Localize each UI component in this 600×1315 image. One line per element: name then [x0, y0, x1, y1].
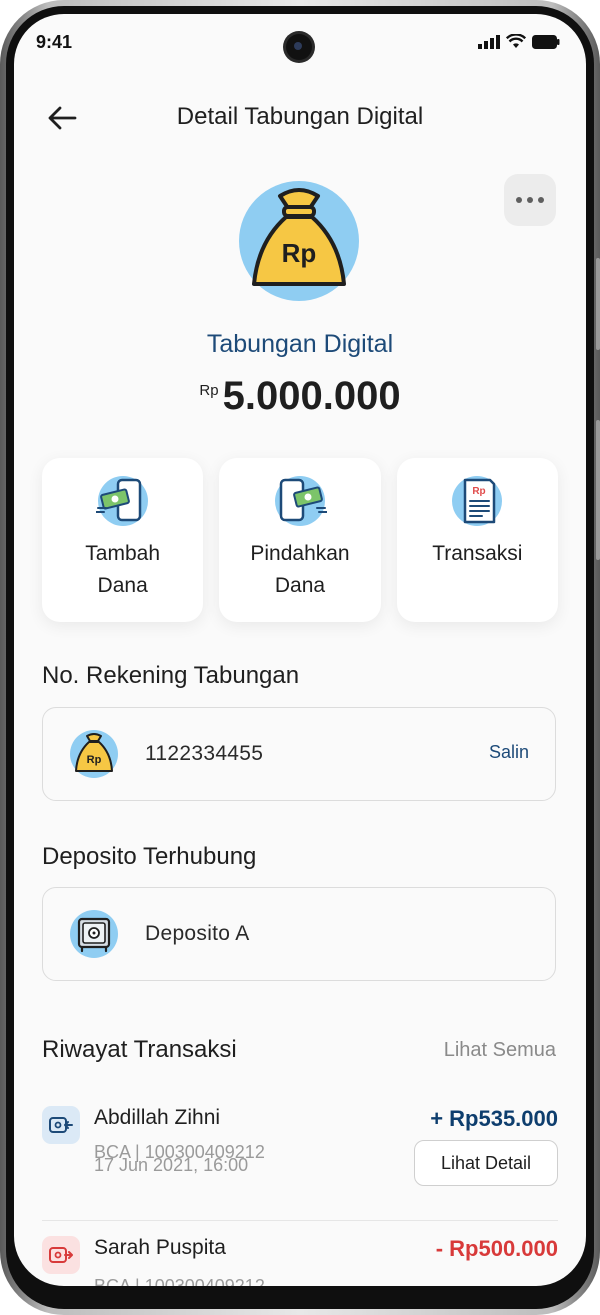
safe-icon [70, 910, 118, 958]
account-number: 1122334455 [145, 742, 264, 765]
power-button [596, 420, 600, 560]
signal-icon [478, 34, 500, 49]
more-options-button[interactable] [504, 174, 556, 226]
quick-actions: Tambah Dana Pindahkan Dana Rp Transaksi [42, 458, 558, 622]
incoming-transfer-icon [42, 1106, 80, 1144]
add-funds-icon [95, 476, 148, 526]
transaction-item[interactable]: Abdillah Zihni BCA | 100300409212 17 Jun… [42, 1106, 558, 1196]
transaction-bank: BCA | 100300409212 [94, 1276, 265, 1286]
status-icons [478, 34, 560, 49]
transaction-name: Sarah Puspita [94, 1236, 226, 1259]
transaction-date: 17 Jun 2021, 16:00 [94, 1155, 249, 1175]
transfer-funds-button[interactable]: Pindahkan Dana [219, 458, 381, 622]
copy-button[interactable]: Salin [489, 742, 529, 763]
wifi-icon [506, 34, 526, 48]
more-dot-icon [527, 197, 533, 203]
balance-amount: 5.000.000 [222, 374, 401, 418]
svg-text:Rp: Rp [473, 486, 486, 497]
transaction-receipt-icon: Rp [452, 476, 503, 526]
page-title: Detail Tabungan Digital [176, 103, 424, 130]
transaction-item[interactable]: Sarah Puspita BCA | 100300409212 - Rp500… [42, 1236, 558, 1286]
screen: 9:41 Detail Tabungan Digital Rp Tabungan… [14, 14, 586, 1286]
account-number-title: No. Rekening Tabungan [42, 662, 300, 689]
transfer-funds-icon [274, 476, 327, 526]
see-all-link[interactable]: Lihat Semua [444, 1039, 556, 1062]
money-bag-icon: Rp [70, 730, 118, 778]
transaction-name: Abdillah Zihni [94, 1106, 221, 1129]
balance-currency: Rp [199, 382, 219, 399]
money-bag-text: Rp [282, 238, 317, 268]
front-camera [286, 34, 312, 60]
action-label: Tambah Dana [85, 542, 161, 597]
money-bag-text: Rp [87, 754, 102, 766]
history-title: Riwayat Transaksi [42, 1036, 237, 1063]
outgoing-transfer-icon [42, 1236, 80, 1274]
money-bag-icon: Rp [239, 181, 359, 301]
balance: Rp 5.000.000 [14, 374, 586, 419]
status-time: 9:41 [36, 32, 73, 52]
divider [42, 1220, 558, 1221]
deposit-card[interactable]: Deposito A [42, 887, 556, 981]
action-label: Pindahkan Dana [250, 542, 350, 597]
deposit-name: Deposito A [145, 922, 250, 945]
action-label: Transaksi [432, 542, 523, 565]
battery-icon [532, 34, 560, 49]
phone-frame: 9:41 Detail Tabungan Digital Rp Tabungan… [0, 0, 600, 1315]
deposit-title: Deposito Terhubung [42, 843, 257, 870]
more-dot-icon [538, 197, 544, 203]
more-dot-icon [516, 197, 522, 203]
view-detail-button[interactable]: Lihat Detail [414, 1140, 558, 1186]
account-number-card: Rp 1122334455 Salin [42, 707, 556, 801]
transaction-amount: - Rp500.000 [435, 1236, 558, 1261]
transaction-amount: + Rp535.000 [430, 1106, 558, 1131]
account-name: Tabungan Digital [206, 330, 394, 358]
volume-button [596, 258, 600, 350]
add-funds-button[interactable]: Tambah Dana [42, 458, 204, 622]
transactions-button[interactable]: Rp Transaksi [396, 458, 558, 622]
